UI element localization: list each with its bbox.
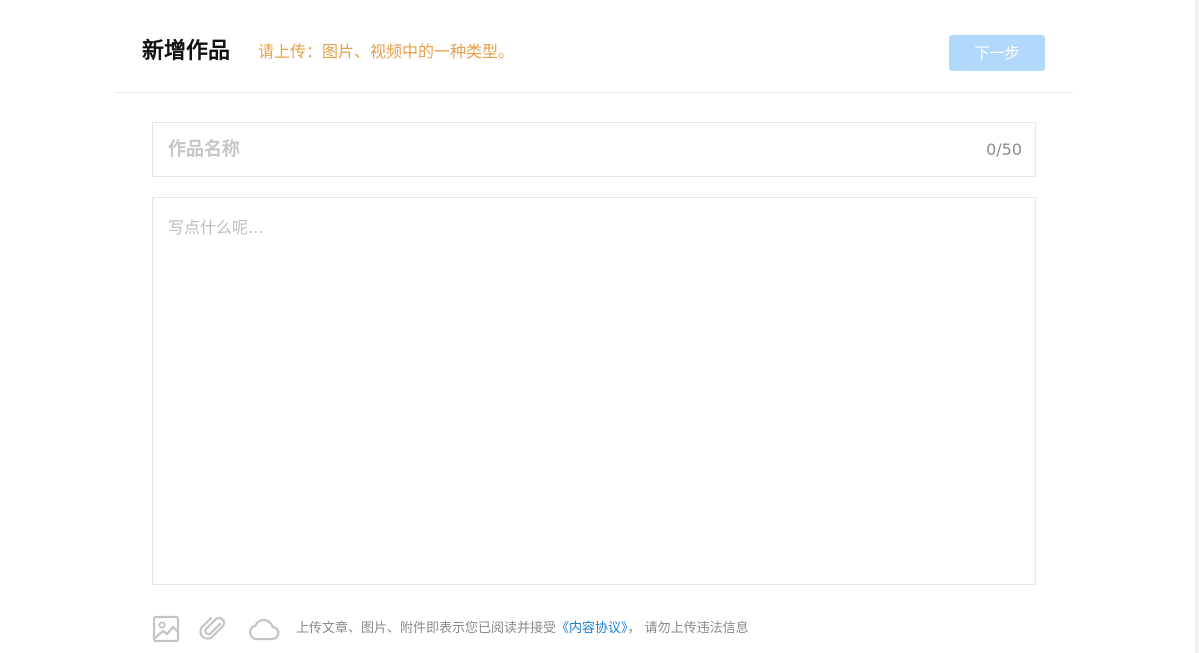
work-title-field: 0/50 — [152, 122, 1036, 177]
page-title: 新增作品 — [142, 39, 231, 64]
new-work-page: 新增作品 请上传：图片、视频中的一种类型。 下一步 0/50 上传文章、图片、附… — [0, 0, 1199, 653]
paperclip-icon[interactable] — [199, 613, 229, 645]
content-textarea[interactable] — [152, 197, 1036, 585]
next-step-button[interactable]: 下一步 — [949, 35, 1045, 71]
image-icon[interactable] — [152, 613, 182, 645]
content-agreement-link[interactable]: 《内容协议》 — [556, 621, 628, 636]
upload-toolbar: 上传文章、图片、附件即表示您已阅读并接受《内容协议》， 请勿上传违法信息 — [152, 613, 1052, 645]
cloud-icon[interactable] — [246, 613, 280, 645]
work-title-input[interactable] — [153, 123, 953, 176]
page-header: 新增作品 请上传：图片、视频中的一种类型。 下一步 — [115, 0, 1073, 93]
agreement-suffix: ， 请勿上传违法信息 — [627, 621, 749, 636]
upload-type-hint: 请上传：图片、视频中的一种类型。 — [258, 42, 515, 61]
title-char-counter: 0/50 — [986, 140, 1022, 159]
scrollbar-track[interactable] — [1195, 0, 1199, 653]
agreement-prefix: 上传文章、图片、附件即表示您已阅读并接受 — [296, 621, 557, 636]
agreement-notice: 上传文章、图片、附件即表示您已阅读并接受《内容协议》， 请勿上传违法信息 — [296, 620, 749, 638]
